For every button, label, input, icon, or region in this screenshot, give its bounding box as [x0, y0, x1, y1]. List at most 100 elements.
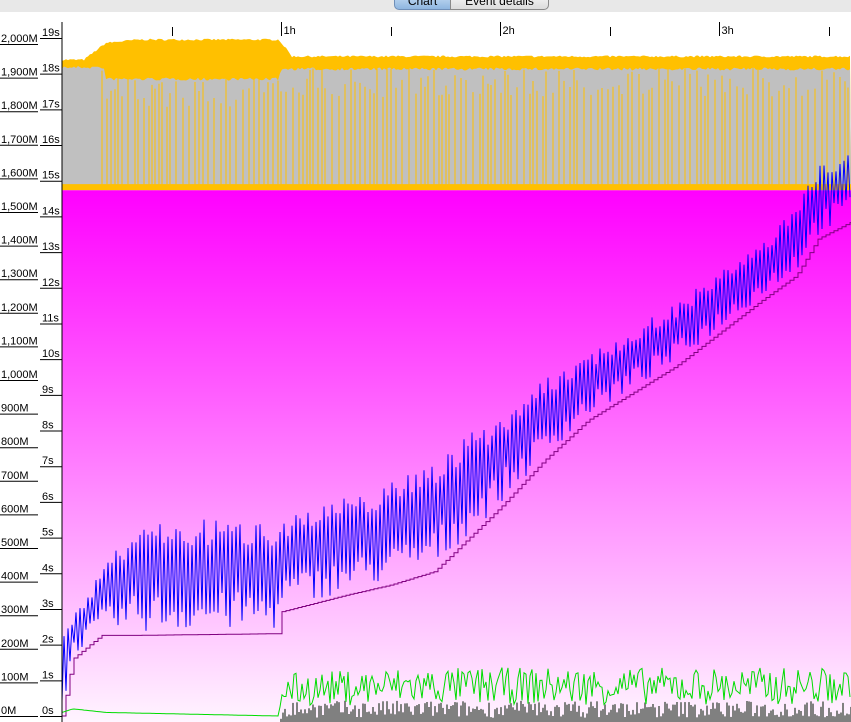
gray-floor-bar	[558, 707, 560, 722]
y-left-tick-label: 1,700M	[1, 134, 38, 146]
y-left-tick-label: 2,000M	[1, 33, 38, 45]
y-right-tick-label: 18s	[42, 63, 60, 75]
gray-floor-bar	[526, 712, 528, 722]
series-gray-band	[62, 66, 851, 185]
gray-floor-bar	[788, 716, 790, 722]
gray-floor-bar	[732, 705, 734, 722]
gray-floor-bar	[730, 716, 732, 722]
gray-floor-bar	[688, 702, 690, 722]
y-left-tick-label: 400M	[1, 571, 29, 583]
tab-event-details[interactable]: Event details	[450, 0, 549, 10]
gray-floor-bar	[786, 709, 788, 722]
gray-floor-bar	[504, 705, 506, 722]
gray-floor-bar	[630, 714, 632, 722]
gray-floor-bar	[728, 705, 730, 722]
gray-floor-bar	[354, 705, 356, 722]
y-right-tick-label: 0s	[42, 705, 54, 717]
y-left-tick-label: 1,600M	[1, 167, 38, 179]
gray-floor-bar	[444, 714, 446, 722]
gray-floor-bar	[452, 705, 454, 722]
gray-floor-bar	[498, 714, 500, 722]
gray-floor-bar	[632, 709, 634, 722]
gray-floor-bar	[716, 702, 718, 722]
y-right-tick-label: 10s	[42, 348, 60, 360]
gray-floor-bar	[848, 714, 850, 722]
gray-floor-bar	[416, 705, 418, 722]
gray-floor-bar	[282, 712, 284, 722]
gray-floor-bar	[706, 705, 708, 722]
gray-floor-bar	[544, 704, 546, 722]
gray-floor-bar	[724, 716, 726, 722]
gray-floor-bar	[518, 710, 520, 722]
gray-floor-bar	[648, 707, 650, 722]
gray-floor-bar	[438, 703, 440, 722]
gray-floor-bar	[666, 703, 668, 722]
gray-floor-bar	[284, 708, 286, 722]
y-left-tick-label: 1,400M	[1, 235, 38, 247]
tab-chart[interactable]: Chart	[394, 0, 451, 10]
gray-floor-bar	[720, 711, 722, 722]
gray-floor-bar	[670, 710, 672, 722]
gray-floor-bar	[748, 701, 750, 722]
y-left-tick-label: 500M	[1, 537, 29, 549]
y-left-tick-label: 1,300M	[1, 268, 38, 280]
gray-floor-bar	[414, 706, 416, 722]
gray-floor-bar	[782, 715, 784, 722]
gray-floor-bar	[460, 705, 462, 722]
gray-floor-bar	[552, 716, 554, 722]
gray-floor-bar	[296, 702, 298, 722]
y-right-tick-label: 11s	[42, 312, 59, 324]
gray-floor-bar	[846, 713, 848, 722]
gray-floor-bar	[372, 707, 374, 722]
gray-floor-bar	[288, 714, 290, 722]
gray-floor-bar	[694, 704, 696, 722]
gray-floor-bar	[532, 710, 534, 722]
gray-floor-bar	[546, 710, 548, 722]
gray-floor-bar	[722, 714, 724, 722]
gray-floor-bar	[510, 703, 512, 722]
gray-floor-bar	[598, 717, 600, 722]
gray-floor-bar	[574, 701, 576, 722]
gray-floor-bar	[710, 709, 712, 722]
gray-floor-bar	[844, 715, 846, 722]
gray-floor-bar	[420, 713, 422, 722]
gray-floor-bar	[744, 711, 746, 722]
gray-floor-bar	[304, 709, 306, 722]
gray-floor-bar	[756, 705, 758, 722]
gray-floor-bar	[808, 716, 810, 722]
gray-floor-bar	[376, 714, 378, 722]
gray-floor-bar	[434, 706, 436, 722]
gray-floor-bar	[834, 716, 836, 722]
gray-floor-bar	[640, 708, 642, 722]
gray-floor-bar	[530, 704, 532, 722]
y-left-tick-label: 1,000M	[1, 369, 38, 381]
gray-floor-bar	[390, 713, 392, 722]
y-right-tick-label: 19s	[42, 27, 60, 39]
gray-floor-bar	[830, 712, 832, 722]
gray-floor-bar	[584, 717, 586, 722]
gray-floor-bar	[602, 709, 604, 722]
y-right-tick-label: 4s	[42, 562, 54, 574]
y-left-tick-label: 100M	[1, 671, 29, 683]
gray-floor-bar	[794, 707, 796, 722]
gray-floor-bar	[680, 702, 682, 722]
gray-floor-bar	[400, 704, 402, 722]
gray-floor-bar	[812, 703, 814, 722]
y-left-tick-label: 1,800M	[1, 100, 38, 112]
gray-floor-bar	[488, 702, 490, 722]
gray-floor-bar	[572, 704, 574, 722]
gray-floor-bar	[568, 703, 570, 722]
gray-floor-bar	[402, 712, 404, 722]
gray-floor-bar	[742, 712, 744, 722]
gray-floor-bar	[764, 704, 766, 722]
gray-floor-bar	[770, 710, 772, 722]
gray-floor-bar	[644, 702, 646, 722]
gray-floor-bar	[428, 707, 430, 722]
y-left-tick-label: 1,900M	[1, 67, 38, 79]
gray-floor-bar	[336, 701, 338, 722]
gray-floor-bar	[638, 713, 640, 722]
gray-floor-bar	[784, 703, 786, 722]
gray-floor-bar	[708, 714, 710, 722]
x-tick-label: 2h	[503, 25, 515, 37]
y-right-tick-label: 6s	[42, 491, 54, 503]
